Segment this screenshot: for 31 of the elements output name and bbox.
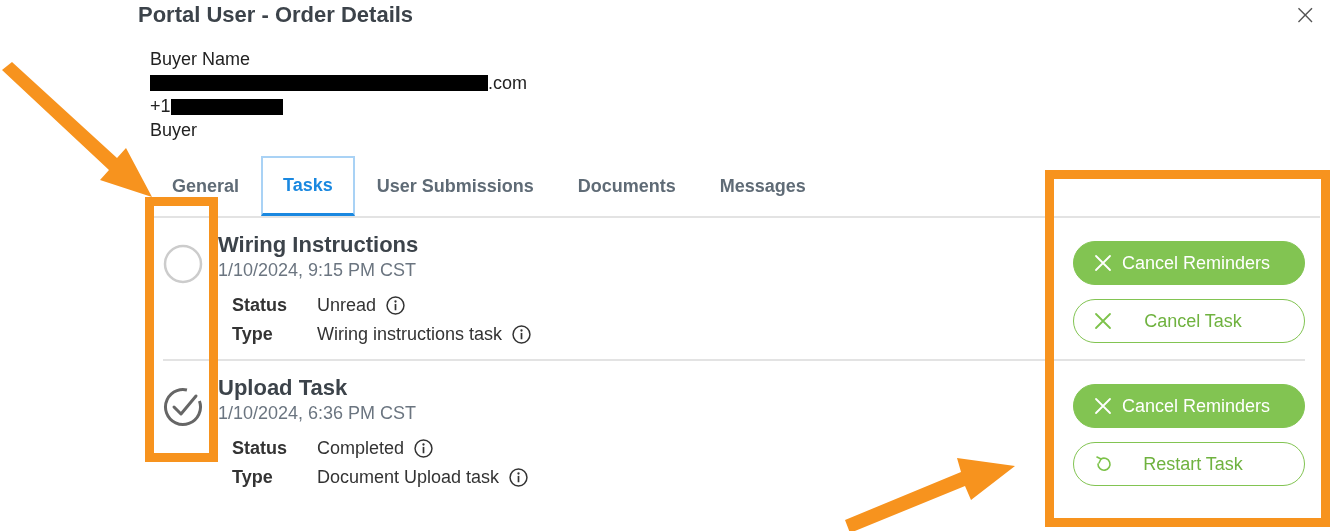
detail-label: Status xyxy=(232,438,288,459)
info-icon xyxy=(512,325,532,344)
buyer-info-text: .com xyxy=(488,72,527,94)
info-icon xyxy=(414,439,434,458)
detail-value: Document Upload task xyxy=(317,467,500,488)
tab[interactable]: Tasks xyxy=(261,156,355,216)
tab[interactable]: User Submissions xyxy=(354,156,556,216)
info-icon xyxy=(509,468,529,487)
task-date: 1/10/2024, 9:15 PM CST xyxy=(218,259,418,281)
task-title: Wiring Instructions xyxy=(218,231,420,259)
task-title: Upload Task xyxy=(218,374,349,402)
restart-icon xyxy=(1094,455,1112,473)
buyer-info-text: +1 xyxy=(150,96,171,118)
detail-label: Type xyxy=(232,467,274,488)
dialog-title: Portal User - Order Details xyxy=(138,2,414,28)
close-icon xyxy=(1094,397,1112,415)
detail-label: Status xyxy=(232,295,288,316)
tab[interactable]: Documents xyxy=(555,156,698,216)
task-date: 1/10/2024, 6:36 PM CST xyxy=(218,402,418,424)
tab[interactable]: General xyxy=(150,156,262,216)
close-icon xyxy=(1094,312,1112,330)
buyer-info-text: Buyer Name xyxy=(150,49,251,71)
tab[interactable]: Messages xyxy=(697,156,828,216)
detail-value: Unread xyxy=(317,295,377,316)
info-icon xyxy=(386,296,406,315)
buyer-info-text: Buyer xyxy=(150,119,198,141)
close-icon xyxy=(1094,254,1112,272)
detail-label: Type xyxy=(232,324,274,345)
close-button[interactable]: × xyxy=(1293,1,1317,29)
detail-value: Wiring instructions task xyxy=(317,324,503,345)
detail-value: Completed xyxy=(317,438,405,459)
